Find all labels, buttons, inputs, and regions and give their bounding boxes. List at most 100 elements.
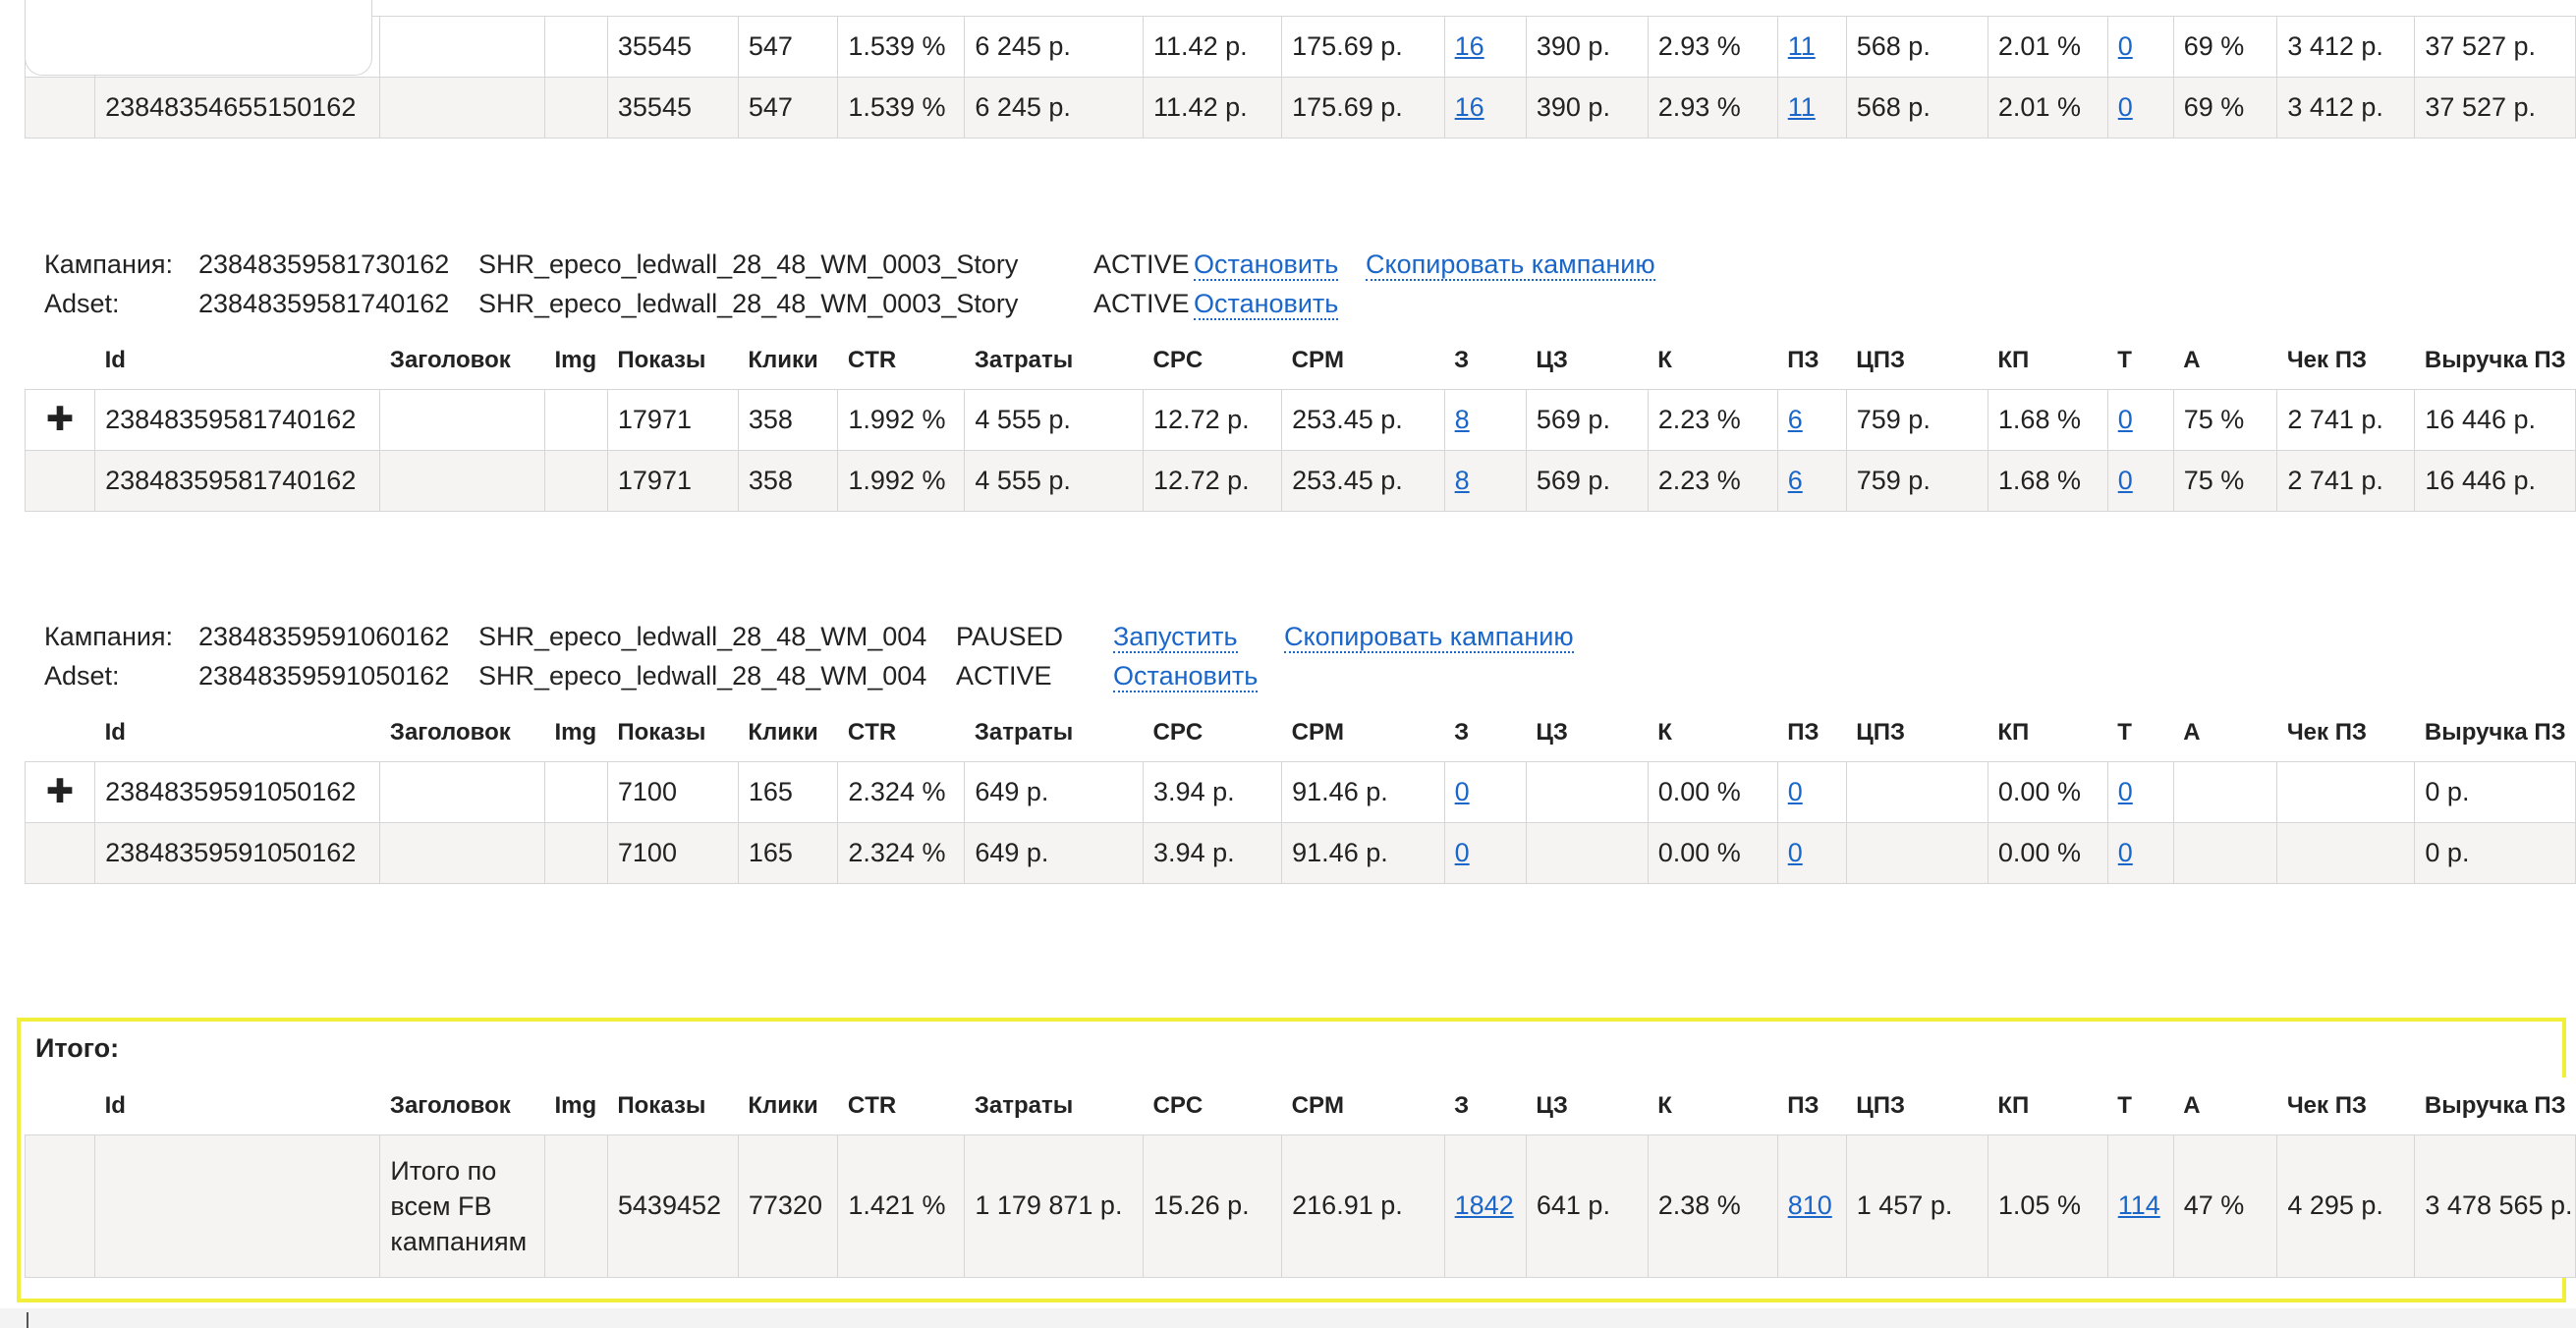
expand-plus-icon[interactable]: ✚ (24, 388, 96, 451)
count-link-z[interactable]: 16 (1455, 31, 1484, 61)
cell-pz: 6 (1776, 388, 1847, 451)
column-header-check-pz: Чек ПЗ (2276, 704, 2415, 761)
stop-campaign-link[interactable]: Остановить (1194, 249, 1339, 281)
cell-clicks: 165 (737, 760, 839, 823)
cell-spend: 649 р. (964, 821, 1145, 884)
cell-id: 23848359581740162 (94, 449, 381, 512)
cell-k: 2.93 % (1647, 77, 1778, 138)
cell-k: 2.93 % (1647, 16, 1778, 78)
cell-check-pz: 2 741 р. (2276, 449, 2416, 512)
count-link-z[interactable]: 0 (1455, 838, 1470, 867)
count-link-z[interactable]: 16 (1455, 92, 1484, 122)
column-header-check-pz: Чек ПЗ (2276, 332, 2415, 389)
count-link-pz[interactable]: 0 (1788, 777, 1803, 806)
count-link-z[interactable]: 0 (1455, 777, 1470, 806)
cell-cpz (1845, 760, 1988, 823)
column-header-a: А (2173, 704, 2277, 761)
cell-spend: 6 245 р. (964, 77, 1145, 138)
column-header-impressions: Показы (607, 1078, 739, 1134)
cell-z: 0 (1443, 821, 1527, 884)
cell-impressions: 17971 (606, 449, 739, 512)
cell-t: 0 (2106, 77, 2174, 138)
cell-cz: 569 р. (1525, 449, 1649, 512)
cell-pz: 11 (1776, 77, 1847, 138)
table-row: 35545 547 1.539 % 6 245 р. 11.42 р. 175.69 р.… (24, 16, 2576, 78)
count-link-pz[interactable]: 6 (1788, 405, 1803, 434)
cell-impressions: 5439452 (606, 1134, 739, 1278)
cell-cpm: 253.45 р. (1281, 449, 1445, 512)
count-link-pz[interactable]: 11 (1788, 92, 1816, 122)
cell-check-pz: 2 741 р. (2276, 388, 2416, 451)
column-header-k: К (1648, 1078, 1778, 1134)
adset-status: ACTIVE (1093, 289, 1190, 318)
column-header-k: К (1648, 332, 1778, 389)
count-link-pz[interactable]: 0 (1788, 838, 1803, 867)
expand-plus-icon[interactable]: ✚ (24, 760, 96, 823)
cell-revenue-pz: 0 р. (2414, 821, 2576, 884)
campaign-id: 23848359591060162 (198, 622, 450, 651)
cell-cpz: 1 457 р. (1845, 1134, 1988, 1278)
column-header-cz: ЦЗ (1526, 332, 1649, 389)
cell-kp: 2.01 % (1987, 77, 2108, 138)
count-link-z[interactable]: 8 (1455, 405, 1470, 434)
cell-cpc: 3.94 р. (1143, 821, 1283, 884)
adset-name: SHR_epeco_ledwall_28_48_WM_004 (478, 661, 927, 691)
totals-table: Id Заголовок Img Показы Клики CTR Затраты CPC CP… (24, 1078, 2576, 1278)
cell-a (2172, 821, 2278, 884)
cell-ctr: 1.539 % (837, 16, 966, 78)
column-header-id: Id (94, 704, 380, 761)
cell-expand (24, 821, 96, 884)
cell-cz (1525, 821, 1649, 884)
copy-campaign-link[interactable]: Скопировать кампанию (1366, 249, 1655, 281)
copy-campaign-link[interactable]: Скопировать кампанию (1284, 622, 1574, 653)
dropdown-overlay (25, 0, 372, 76)
column-header-t: Т (2107, 704, 2174, 761)
table-row: ✚ 23848359591050162 7100 165 2.324 % 649 р. 3.… (24, 760, 2576, 823)
cell-pz: 810 (1776, 1134, 1847, 1278)
cell-img (543, 449, 608, 512)
cell-id: 23848359581740162 (94, 388, 381, 451)
column-header-id: Id (94, 1078, 380, 1134)
cell-cpc: 3.94 р. (1143, 760, 1283, 823)
count-link-t[interactable]: 0 (2118, 838, 2133, 867)
count-link-pz[interactable]: 11 (1788, 31, 1816, 61)
stop-adset-link[interactable]: Остановить (1194, 289, 1339, 320)
table-header-row: Id Заголовок Img Показы Клики CTR Затраты CPC CP… (25, 704, 2576, 761)
cell-ctr: 2.324 % (837, 821, 966, 884)
count-link-t[interactable]: 114 (2118, 1190, 2160, 1220)
count-link-t[interactable]: 0 (2118, 777, 2133, 806)
column-header-clicks: Клики (738, 332, 838, 389)
count-link-z[interactable]: 1842 (1455, 1190, 1514, 1220)
cell-img (543, 1134, 608, 1278)
count-link-z[interactable]: 8 (1455, 466, 1470, 495)
cell-expand (24, 1134, 96, 1278)
cell-id: 23848359591050162 (94, 760, 381, 823)
cell-spend: 649 р. (964, 760, 1145, 823)
cell-k: 0.00 % (1647, 760, 1778, 823)
cell-cpm: 175.69 р. (1281, 77, 1445, 138)
cell-cpz: 759 р. (1845, 388, 1988, 451)
stop-adset-link[interactable]: Остановить (1113, 661, 1259, 692)
cell-ctr: 1.539 % (837, 77, 966, 138)
campaign-name: SHR_epeco_ledwall_28_48_WM_004 (478, 622, 927, 651)
count-link-t[interactable]: 0 (2118, 31, 2133, 61)
cell-img (543, 760, 608, 823)
count-link-t[interactable]: 0 (2118, 92, 2133, 122)
cell-revenue-pz: 37 527 р. (2414, 16, 2576, 78)
adset-status: ACTIVE (956, 661, 1052, 691)
cell-impressions: 7100 (606, 821, 739, 884)
cell-cpz (1845, 821, 1988, 884)
cell-pz: 6 (1776, 449, 1847, 512)
cell-headline: Итого по всем FB кампаниям (379, 1134, 545, 1278)
cell-expand (24, 449, 96, 512)
cell-check-pz: 4 295 р. (2276, 1134, 2416, 1278)
cell-t: 0 (2106, 821, 2174, 884)
start-campaign-link[interactable]: Запустить (1113, 622, 1238, 653)
column-header-revenue-pz: Выручка ПЗ (2414, 1078, 2576, 1134)
count-link-pz[interactable]: 810 (1788, 1190, 1832, 1220)
cell-cpc: 12.72 р. (1143, 449, 1283, 512)
cell-t: 0 (2106, 449, 2174, 512)
count-link-t[interactable]: 0 (2118, 405, 2133, 434)
count-link-pz[interactable]: 6 (1788, 466, 1803, 495)
count-link-t[interactable]: 0 (2118, 466, 2133, 495)
